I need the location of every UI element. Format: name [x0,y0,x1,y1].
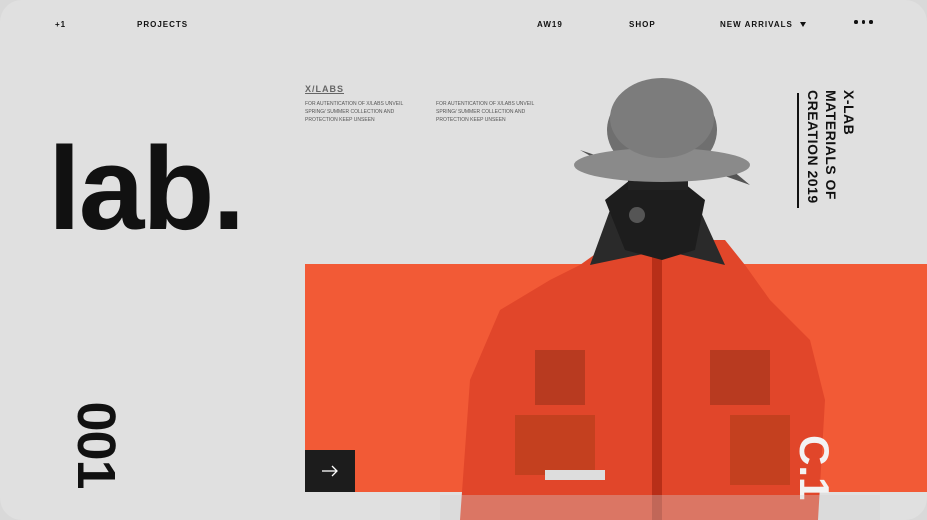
nav-link-shop[interactable]: SHOP [629,20,656,29]
nav-link-aw19[interactable]: AW19 [537,20,563,29]
hero-heading: lab. [48,123,245,255]
new-arrivals-label: NEW ARRIVALS [720,20,793,29]
info-text-left: FOR AUTENTICATION OF X/LABS UNVEIL SPRIN… [305,101,404,123]
next-arrow-button[interactable] [305,450,355,492]
more-dots-icon[interactable] [854,20,873,24]
landing-page: +1 PROJECTS AW19 SHOP NEW ARRIVALS lab. … [0,0,927,520]
side-title-line1: X-LAB [841,90,857,136]
hero-number: 001 [48,395,148,495]
info-heading: X/LABS [305,84,345,94]
jacket-mark: C.1 [791,435,838,500]
side-title: X-LAB MATERIALS OF CREATION 2019 [805,90,860,230]
side-title-line2: MATERIALS OF [823,90,839,200]
arrow-right-icon [322,465,338,477]
vertical-rule [797,93,799,208]
nav-dropdown-new-arrivals[interactable]: NEW ARRIVALS [720,20,806,29]
caret-down-icon [799,22,806,28]
hero-number-text: 001 [66,401,126,488]
site-logo[interactable]: +1 [55,20,66,29]
side-title-line3: CREATION 2019 [805,90,821,204]
nav-link-projects[interactable]: PROJECTS [137,20,188,29]
